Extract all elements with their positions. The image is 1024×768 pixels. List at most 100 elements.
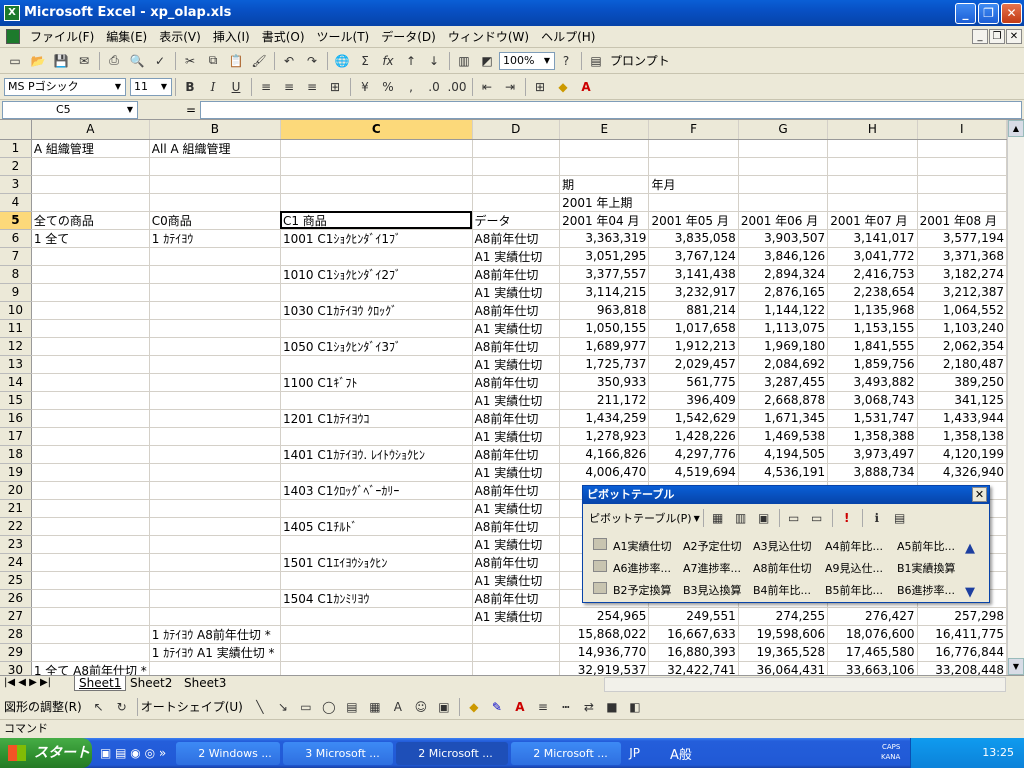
cell-c[interactable] [280, 643, 473, 662]
cell-d[interactable]: A8前年仕切 [472, 481, 561, 500]
cell-b[interactable] [149, 319, 281, 338]
cell-value[interactable]: 2,029,457 [648, 355, 739, 374]
cell-b[interactable] [149, 571, 281, 590]
spelling-icon[interactable]: ✓ [149, 51, 171, 71]
column-header[interactable]: I [917, 120, 1007, 140]
cell-value[interactable]: 2001 年08 月 [917, 211, 1007, 230]
cell-c[interactable] [280, 427, 473, 446]
task-excel[interactable]: 2 Microsoft ... [396, 741, 509, 765]
cell-value[interactable]: 17,465,580 [827, 643, 918, 662]
cell-value[interactable] [827, 157, 918, 176]
cell-c[interactable] [280, 157, 473, 176]
align-center-icon[interactable]: ≡ [278, 77, 300, 97]
fill-color-icon[interactable]: ◆ [463, 697, 485, 717]
cell-value[interactable]: 1,469,538 [738, 427, 829, 446]
cell-value[interactable]: 3,141,438 [648, 265, 739, 284]
cell-value[interactable]: 350,933 [559, 373, 650, 392]
cell-b[interactable] [149, 589, 281, 608]
refresh-icon[interactable]: ! [836, 508, 858, 528]
cell-b[interactable] [149, 157, 281, 176]
cell-a[interactable] [31, 625, 150, 644]
cell-value[interactable] [738, 157, 829, 176]
cell-b[interactable] [149, 391, 281, 410]
cell-value[interactable]: 1,064,552 [917, 301, 1007, 320]
cell-value[interactable]: 1,358,138 [917, 427, 1007, 446]
cell-d[interactable]: A1 実績仕切 [472, 391, 561, 410]
cell-value[interactable]: 3,767,124 [648, 247, 739, 266]
zoom-select[interactable]: 100% ▼ [499, 51, 555, 70]
dash-style-icon[interactable]: ┅ [555, 697, 577, 717]
start-button[interactable]: スタート [0, 738, 92, 768]
cell-a[interactable] [31, 337, 150, 356]
cell-value[interactable]: 3,041,772 [827, 247, 918, 266]
cell-value[interactable]: 1,144,122 [738, 301, 829, 320]
menu-view[interactable]: 表示(V) [153, 28, 207, 45]
cell-value[interactable]: 249,551 [648, 607, 739, 626]
redo-icon[interactable]: ↷ [301, 51, 323, 71]
currency-icon[interactable]: ¥ [354, 77, 376, 97]
arrow-icon[interactable]: ↘ [272, 697, 294, 717]
cell-a[interactable] [31, 193, 150, 212]
row-header[interactable]: 4 [0, 193, 32, 212]
cell-b[interactable] [149, 193, 281, 212]
column-header[interactable]: C [280, 120, 473, 140]
field-list-icon[interactable]: ▤ [889, 508, 911, 528]
cell-c[interactable] [280, 625, 473, 644]
cell-value[interactable]: 1,671,345 [738, 409, 829, 428]
cell-value[interactable]: 3,835,058 [648, 229, 739, 248]
cell-c[interactable]: 1405 C1ﾁﾙﾄﾞ [280, 517, 473, 536]
chart-wizard-icon[interactable]: ▥ [453, 51, 475, 71]
cell-a[interactable] [31, 499, 150, 518]
increase-decimal-icon[interactable]: .0 [423, 77, 445, 97]
minimize-button[interactable]: _ [955, 3, 976, 24]
cell-value[interactable]: 2,894,324 [738, 265, 829, 284]
column-header[interactable]: F [648, 120, 739, 140]
cell-c[interactable] [280, 463, 473, 482]
cell-b[interactable] [149, 301, 281, 320]
cell-a[interactable] [31, 463, 150, 482]
doc-minimize-button[interactable]: _ [972, 29, 988, 44]
cell-a[interactable]: 1 全て A8前年仕切 * [31, 661, 150, 675]
cell-a[interactable] [31, 409, 150, 428]
cell-value[interactable]: 276,427 [827, 607, 918, 626]
clipart-icon[interactable]: ☺ [410, 697, 432, 717]
cell-value[interactable]: 3,287,455 [738, 373, 829, 392]
cell-value[interactable]: 4,297,776 [648, 445, 739, 464]
cell-value[interactable]: 年月 [648, 175, 739, 194]
cell-value[interactable] [827, 175, 918, 194]
pivot-field-button[interactable]: B5前年比... [825, 582, 883, 598]
chart-wizard-icon[interactable]: ▥ [730, 508, 752, 528]
cell-d[interactable] [472, 661, 561, 675]
wordart-icon[interactable]: A [387, 697, 409, 717]
cell-value[interactable]: 1,428,226 [648, 427, 739, 446]
diagram-icon[interactable]: ▦ [364, 697, 386, 717]
cell-value[interactable]: 1,841,555 [827, 337, 918, 356]
sort-ascending-icon[interactable]: ↑ [400, 51, 422, 71]
increase-indent-icon[interactable]: ⇥ [499, 77, 521, 97]
cell-value[interactable]: 254,965 [559, 607, 650, 626]
cell-value[interactable] [738, 139, 829, 158]
cell-value[interactable] [827, 139, 918, 158]
cell-value[interactable]: 4,006,470 [559, 463, 650, 482]
italic-icon[interactable]: I [202, 77, 224, 97]
cut-icon[interactable]: ✂ [179, 51, 201, 71]
cell-value[interactable]: 期 [559, 175, 650, 194]
cell-value[interactable]: 18,076,600 [827, 625, 918, 644]
help-icon[interactable]: ? [555, 51, 577, 71]
row-header[interactable]: 19 [0, 463, 32, 482]
cell-a[interactable] [31, 355, 150, 374]
cell-a[interactable] [31, 265, 150, 284]
cell-c[interactable]: 1001 C1ｼｮｸﾋﾝﾀﾞｲ1ﾌﾞ [280, 229, 473, 248]
cell-value[interactable]: 3,212,387 [917, 283, 1007, 302]
row-header[interactable]: 5 [0, 211, 32, 230]
row-header[interactable]: 9 [0, 283, 32, 302]
cell-value[interactable]: 1,542,629 [648, 409, 739, 428]
pivot-field-button[interactable]: B4前年比... [753, 582, 811, 598]
cell-a[interactable] [31, 553, 150, 572]
cell-value[interactable]: 36,064,431 [738, 661, 829, 675]
row-header[interactable]: 28 [0, 625, 32, 644]
undo-icon[interactable]: ↶ [278, 51, 300, 71]
cell-b[interactable] [149, 553, 281, 572]
cell-a[interactable] [31, 481, 150, 500]
cell-value[interactable]: 3,114,215 [559, 283, 650, 302]
